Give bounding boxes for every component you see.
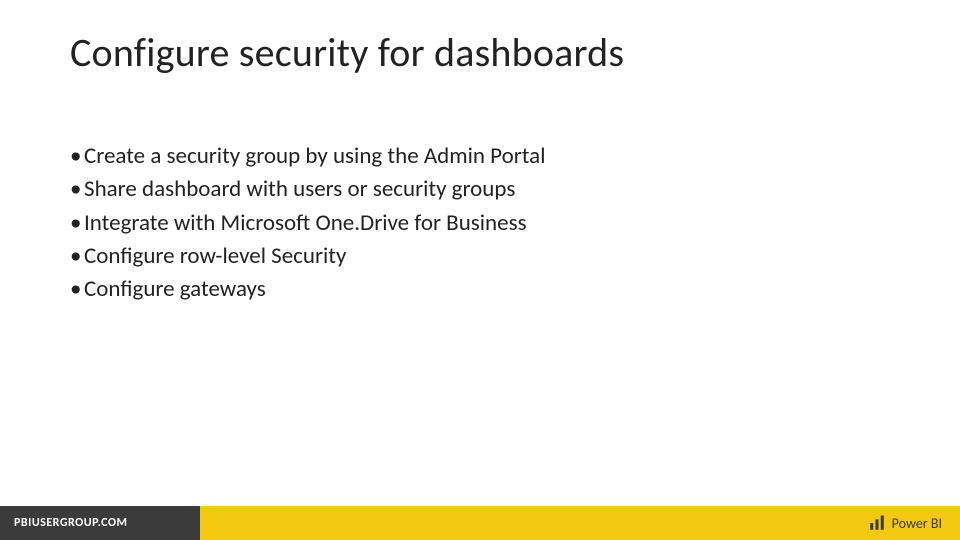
list-item: • Integrate with Microsoft One.Drive for… — [70, 207, 890, 240]
slide-body: • Create a security group by using the A… — [70, 140, 890, 307]
list-item: • Configure row-level Security — [70, 240, 890, 273]
powerbi-logo: Power BI — [868, 514, 942, 532]
powerbi-icon — [868, 514, 886, 532]
footer-left-panel: PBIUSERGROUP.COM — [0, 506, 200, 540]
bullet-icon: • — [70, 273, 84, 306]
bullet-icon: • — [70, 173, 84, 206]
bullet-icon: • — [70, 207, 84, 240]
bullet-text: Integrate with Microsoft One.Drive for B… — [84, 207, 527, 240]
bullet-icon: • — [70, 240, 84, 273]
bullet-text: Create a security group by using the Adm… — [84, 140, 545, 173]
footer-right-panel: Power BI — [200, 506, 960, 540]
footer-left-text: PBIUSERGROUP.COM — [14, 516, 128, 530]
list-item: • Create a security group by using the A… — [70, 140, 890, 173]
bullet-icon: • — [70, 140, 84, 173]
bullet-text: Configure row-level Security — [84, 240, 346, 273]
list-item: • Share dashboard with users or security… — [70, 173, 890, 206]
bullet-text: Share dashboard with users or security g… — [84, 173, 515, 206]
powerbi-text: Power BI — [892, 515, 942, 532]
slide-title: Configure security for dashboards — [70, 28, 624, 77]
slide-footer: PBIUSERGROUP.COM Power BI — [0, 506, 960, 540]
list-item: • Configure gateways — [70, 273, 890, 306]
slide: Configure security for dashboards • Crea… — [0, 0, 960, 540]
bullet-text: Configure gateways — [84, 273, 266, 306]
